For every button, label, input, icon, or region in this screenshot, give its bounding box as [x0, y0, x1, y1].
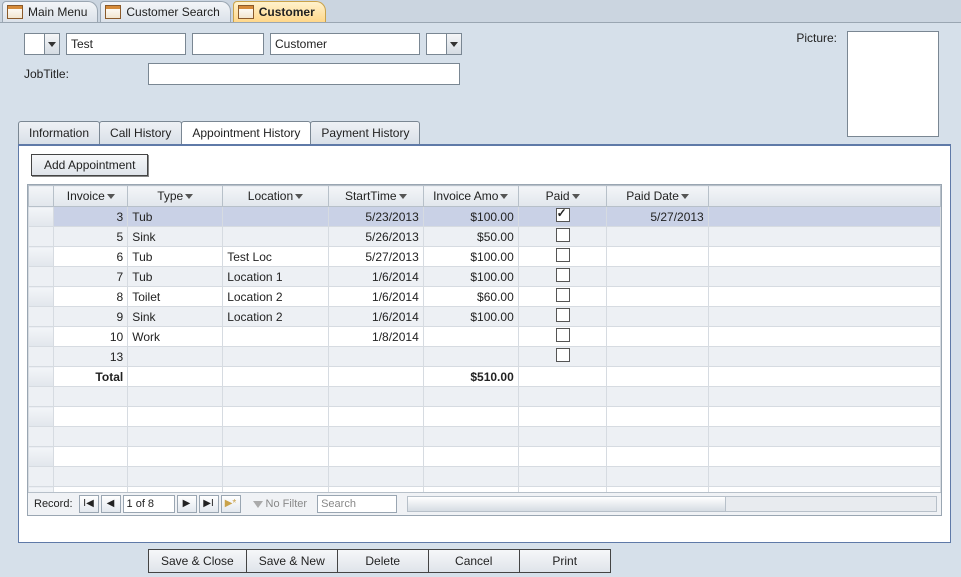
save-close-button[interactable]: Save & Close	[148, 549, 247, 573]
chevron-down-icon	[295, 194, 303, 199]
record-navigator: Record: I◀ ◀ 1 of 8 ▶ ▶I ▶* No Filter Se…	[28, 492, 941, 515]
paid-checkbox[interactable]	[556, 308, 570, 322]
no-filter-indicator[interactable]: No Filter	[253, 498, 308, 510]
appointment-history-page: Add Appointment InvoiceTypeLocationStart…	[18, 144, 951, 543]
paid-checkbox[interactable]	[556, 268, 570, 282]
delete-button[interactable]: Delete	[337, 549, 429, 573]
print-button[interactable]: Print	[519, 549, 611, 573]
funnel-icon	[253, 501, 263, 508]
chevron-down-icon	[500, 194, 508, 199]
row-selector[interactable]	[29, 207, 54, 227]
picture-box[interactable]	[847, 31, 939, 137]
tab-appointment-history[interactable]: Appointment History	[181, 121, 311, 144]
form-icon	[7, 5, 23, 19]
table-row[interactable]: 5Sink5/26/2013$50.00	[29, 227, 941, 247]
title-combo[interactable]	[24, 33, 60, 55]
mdi-tab-main-menu[interactable]: Main Menu	[2, 1, 98, 22]
empty-row	[29, 407, 941, 427]
col-location[interactable]: Location	[223, 186, 329, 207]
row-selector[interactable]	[29, 267, 54, 287]
table-row[interactable]: 9SinkLocation 21/6/2014$100.00	[29, 307, 941, 327]
chevron-down-icon	[572, 194, 580, 199]
appointment-grid: InvoiceTypeLocationStartTimeInvoice AmoP…	[27, 184, 942, 516]
tab-call-history[interactable]: Call History	[99, 121, 182, 144]
empty-row	[29, 387, 941, 407]
form-icon	[238, 5, 254, 19]
col-paid-date[interactable]: Paid Date	[607, 186, 708, 207]
empty-row	[29, 427, 941, 447]
mdi-tab-customer-search[interactable]: Customer Search	[100, 1, 230, 22]
tab-information[interactable]: Information	[18, 121, 100, 144]
nav-new-button[interactable]: ▶*	[221, 495, 241, 513]
customer-header: Test Customer JobTitle: Picture:	[0, 23, 961, 89]
nav-prev-button[interactable]: ◀	[101, 495, 121, 513]
chevron-down-icon	[399, 194, 407, 199]
col-blank	[708, 186, 940, 207]
table-row[interactable]: 10Work1/8/2014	[29, 327, 941, 347]
col-type[interactable]: Type	[128, 186, 223, 207]
paid-checkbox[interactable]	[556, 328, 570, 342]
select-all-cell[interactable]	[29, 186, 54, 207]
paid-checkbox[interactable]	[556, 248, 570, 262]
form-button-row: Save & CloseSave & NewDeleteCancelPrint	[148, 549, 961, 573]
row-selector[interactable]	[29, 347, 54, 367]
row-selector[interactable]	[29, 247, 54, 267]
cancel-button[interactable]: Cancel	[428, 549, 520, 573]
jobtitle-field[interactable]	[148, 63, 460, 85]
mdi-tab-customer[interactable]: Customer	[233, 1, 326, 22]
paid-checkbox[interactable]	[556, 288, 570, 302]
nav-position[interactable]: 1 of 8	[123, 495, 175, 513]
table-row[interactable]: 6TubTest Loc5/27/2013$100.00	[29, 247, 941, 267]
horizontal-scrollbar[interactable]	[407, 496, 937, 512]
nav-next-button[interactable]: ▶	[177, 495, 197, 513]
table-row[interactable]: 3Tub5/23/2013$100.005/27/2013	[29, 207, 941, 227]
col-starttime[interactable]: StartTime	[328, 186, 423, 207]
paid-checkbox[interactable]	[556, 228, 570, 242]
first-name-field[interactable]: Test	[66, 33, 186, 55]
col-invoice[interactable]: Invoice	[54, 186, 128, 207]
row-selector[interactable]	[29, 327, 54, 347]
picture-label: Picture:	[796, 31, 837, 137]
last-name-field[interactable]: Customer	[270, 33, 420, 55]
chevron-down-icon	[107, 194, 115, 199]
col-paid[interactable]: Paid	[518, 186, 607, 207]
row-selector[interactable]	[29, 227, 54, 247]
chevron-down-icon	[681, 194, 689, 199]
col-invoice-amo[interactable]: Invoice Amo	[423, 186, 518, 207]
middle-name-field[interactable]	[192, 33, 264, 55]
table-row[interactable]: 8ToiletLocation 21/6/2014$60.00	[29, 287, 941, 307]
tab-payment-history[interactable]: Payment History	[310, 121, 420, 144]
table-row[interactable]: 13	[29, 347, 941, 367]
empty-row	[29, 447, 941, 467]
paid-checkbox[interactable]	[556, 208, 570, 222]
record-label: Record:	[34, 498, 73, 510]
total-row: Total$510.00	[29, 367, 941, 387]
mdi-tab-bar: Main MenuCustomer SearchCustomer	[0, 0, 961, 23]
row-selector[interactable]	[29, 287, 54, 307]
suffix-combo[interactable]	[426, 33, 462, 55]
row-selector[interactable]	[29, 307, 54, 327]
nav-first-button[interactable]: I◀	[79, 495, 99, 513]
jobtitle-label: JobTitle:	[24, 67, 78, 81]
nav-last-button[interactable]: ▶I	[199, 495, 219, 513]
search-input[interactable]: Search	[317, 495, 397, 513]
form-icon	[105, 5, 121, 19]
chevron-down-icon	[185, 194, 193, 199]
empty-row	[29, 467, 941, 487]
paid-checkbox[interactable]	[556, 348, 570, 362]
save-new-button[interactable]: Save & New	[246, 549, 338, 573]
table-row[interactable]: 7TubLocation 11/6/2014$100.00	[29, 267, 941, 287]
add-appointment-button[interactable]: Add Appointment	[31, 154, 148, 176]
